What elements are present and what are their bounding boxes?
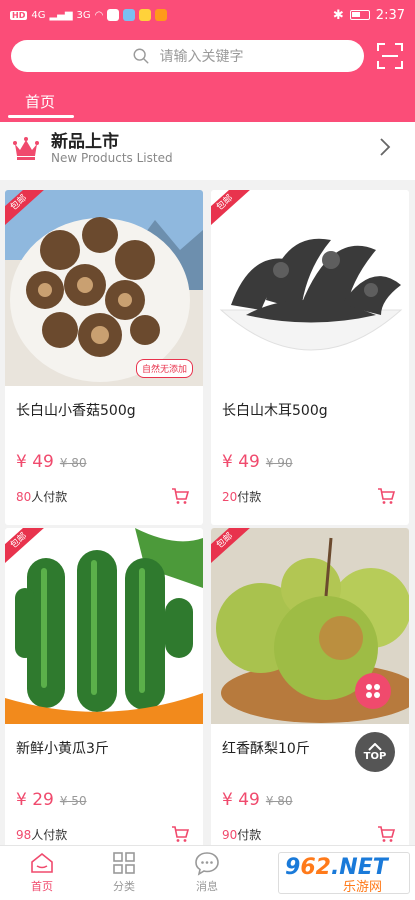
product-price: ¥ 49	[16, 452, 54, 472]
nav-label-messages: 消息	[196, 880, 218, 893]
watermark-subtitle: 乐游网	[343, 880, 383, 895]
search-input[interactable]: 请输入关键字	[11, 40, 364, 72]
home-icon	[31, 852, 53, 873]
cart-icon[interactable]	[171, 487, 189, 505]
status-bar: HD 4G ▂▄▆ 3G ◠ ✱ 2:37	[0, 0, 415, 30]
cart-icon[interactable]	[377, 487, 395, 505]
network-hd-badge: HD	[10, 10, 28, 20]
tab-home[interactable]: 首页	[8, 84, 72, 118]
paid-count-number: 98	[16, 828, 32, 842]
banner-subtitle: New Products Listed	[51, 151, 173, 165]
product-price: ¥ 29	[16, 790, 54, 810]
signal-4g-label: 4G	[31, 9, 46, 21]
product-image-fungus[interactable]	[211, 190, 409, 386]
paid-count: 90付款	[222, 826, 261, 843]
top-label: TOP	[363, 750, 387, 762]
message-icon	[195, 852, 219, 876]
price-row: ¥ 49 ¥ 80	[222, 790, 293, 810]
paid-count-suffix: 人付款	[31, 828, 68, 842]
status-right: ✱ 2:37	[333, 8, 405, 23]
product-old-price: ¥ 90	[265, 456, 293, 470]
header: 请输入关键字 首页	[0, 30, 415, 122]
site-watermark: 962.NET 乐游网	[278, 852, 410, 895]
chevron-up-icon	[368, 742, 382, 751]
product-image-mushroom[interactable]: 自然无添加	[5, 190, 203, 386]
bluetooth-icon: ✱	[332, 7, 344, 23]
paid-count-number: 90	[222, 828, 238, 842]
crown-icon	[13, 137, 39, 160]
search-icon	[133, 48, 148, 64]
paid-count-suffix: 付款	[237, 828, 262, 842]
back-to-top-button[interactable]: TOP	[355, 732, 395, 772]
clock: 2:37	[375, 7, 405, 23]
signal-3g-label: 3G	[76, 9, 91, 21]
product-card[interactable]: 包邮 新鲜小黄瓜3斤 ¥ 29 ¥ 50 98人付款	[5, 528, 203, 863]
wifi-icon: ◠	[94, 9, 104, 21]
nav-item-messages[interactable]: 消息	[177, 850, 237, 894]
product-name: 长白山小香菇500g	[16, 403, 136, 419]
banner-title: 新品上市	[51, 132, 119, 152]
product-old-price: ¥ 50	[59, 794, 87, 808]
app-notification-icon	[107, 9, 120, 21]
tab-active-indicator	[8, 115, 74, 118]
natural-badge: 自然无添加	[135, 359, 193, 378]
price-row: ¥ 49 ¥ 90	[222, 452, 293, 472]
paid-count-suffix: 付款	[237, 490, 262, 504]
scan-icon[interactable]	[376, 42, 404, 70]
product-card[interactable]: 包邮 长白山木耳500g ¥ 49 ¥ 90 20付款	[211, 190, 409, 525]
app-notification-icon	[123, 9, 136, 21]
watermark-logo-b: 62	[300, 855, 331, 880]
watermark-logo-a: 9	[285, 855, 301, 880]
nav-item-category[interactable]: 分类	[94, 850, 154, 894]
product-name: 长白山木耳500g	[222, 403, 328, 419]
product-price: ¥ 49	[222, 790, 260, 810]
app-notification-icon	[155, 9, 168, 21]
product-image-cucumber[interactable]	[5, 528, 203, 724]
nav-item-home[interactable]: 首页	[12, 850, 72, 894]
cart-icon[interactable]	[377, 825, 395, 843]
price-row: ¥ 49 ¥ 80	[16, 452, 87, 472]
product-card[interactable]: 自然无添加 包邮 长白山小香菇500g ¥ 49 ¥ 80 80人付款	[5, 190, 203, 525]
battery-icon	[349, 10, 370, 20]
paid-count: 20付款	[222, 488, 261, 505]
product-price: ¥ 49	[222, 452, 260, 472]
new-products-banner[interactable]: 新品上市 New Products Listed	[0, 122, 415, 180]
paid-count: 80人付款	[16, 488, 67, 505]
category-icon	[113, 852, 135, 874]
status-indicators: HD 4G ▂▄▆ 3G ◠	[10, 9, 168, 21]
product-name: 新鲜小黄瓜3斤	[16, 741, 109, 757]
nav-label-home: 首页	[31, 880, 53, 893]
product-old-price: ¥ 80	[59, 456, 87, 470]
product-old-price: ¥ 80	[265, 794, 293, 808]
search-placeholder: 请输入关键字	[159, 49, 244, 65]
quick-menu-button[interactable]	[355, 673, 391, 709]
app-notification-icon	[139, 9, 152, 21]
signal-bars-icon: ▂▄▆	[49, 9, 73, 21]
grid-dots-icon	[366, 684, 380, 698]
paid-count-number: 20	[222, 490, 238, 504]
product-name: 红香酥梨10斤	[222, 741, 310, 757]
chevron-right-icon[interactable]	[378, 137, 392, 157]
cart-icon[interactable]	[171, 825, 189, 843]
paid-count-suffix: 人付款	[31, 490, 68, 504]
paid-count: 98人付款	[16, 826, 67, 843]
nav-label-category: 分类	[113, 880, 135, 893]
price-row: ¥ 29 ¥ 50	[16, 790, 87, 810]
paid-count-number: 80	[16, 490, 32, 504]
